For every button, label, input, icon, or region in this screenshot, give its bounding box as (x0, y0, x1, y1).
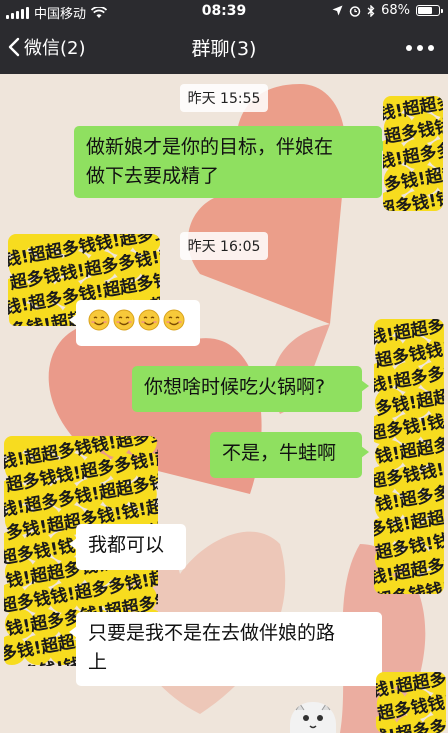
battery-percent: 68% (381, 3, 410, 18)
message-line: 我都可以 (88, 534, 165, 556)
smiley-emoji (163, 309, 185, 331)
message-line: 上 (88, 651, 108, 673)
message-line: 只要是我不是在去做伴娘的路 (88, 622, 336, 644)
nav-bar: 微信(2) 群聊(3) (0, 22, 448, 74)
alarm-icon (349, 5, 361, 17)
smiley-emoji (113, 309, 135, 331)
more-dot-icon (417, 45, 423, 51)
timestamp-label: 昨天 16:05 (179, 232, 269, 260)
chat-title: 群聊(3) (191, 38, 257, 60)
more-dot-icon (406, 45, 412, 51)
location-icon (332, 5, 343, 16)
received-emoji-bubble[interactable] (69, 300, 200, 346)
more-dot-icon (428, 45, 434, 51)
sent-message-bubble[interactable]: 你想啥时候吃火锅啊? (132, 366, 369, 412)
received-message-bubble[interactable]: 我都可以 (69, 524, 186, 570)
my-avatar[interactable]: 钱!超超多钱钱!超多多钱!超超多钱钱!超多多钱!超超多钱!钱!超多多钱!超超多钱… (376, 672, 446, 733)
message-line: 做下去要成精了 (86, 165, 220, 187)
message-line: 你想啥时候吃火锅啊? (144, 376, 326, 398)
money-pattern-icon: 钱!超超多钱钱!超多多钱!超超多钱钱!超多多钱!超超多钱!钱!超多多钱!超超多钱… (383, 96, 443, 211)
timestamp-label: 昨天 15:55 (179, 84, 269, 112)
sent-message-bubble[interactable]: 不是，牛蛙啊 (210, 432, 369, 478)
smiley-emoji (138, 309, 160, 331)
my-avatar[interactable]: 钱!超超多钱钱!超多多钱!超超多钱钱!超多多钱!超超多钱!钱!超多多钱!超超多钱… (383, 96, 443, 211)
money-pattern-icon: 钱!超超多钱钱!超多多钱!超超多钱钱!超多多钱!超超多钱!钱!超多多钱!超超多钱… (374, 319, 444, 594)
timestamp: 昨天 15:55 (0, 84, 448, 112)
sent-message-bubble[interactable]: 做新娘才是你的目标，伴娘在 做下去要成精了 (74, 126, 389, 198)
smiley-emoji (88, 309, 110, 331)
my-avatar[interactable]: 钱!超超多钱钱!超多多钱!超超多钱钱!超多多钱!超超多钱!钱!超多多钱!超超多钱… (374, 319, 444, 594)
bluetooth-icon (367, 4, 375, 17)
emoji-row (88, 307, 188, 331)
message-line: 做新娘才是你的目标，伴娘在 (86, 136, 334, 158)
received-message-bubble[interactable]: 只要是我不是在去做伴娘的路 上 (69, 612, 382, 686)
chat-area[interactable]: 昨天 15:55 做新娘才是你的目标，伴娘在 做下去要成精了 钱!超超多钱钱!超… (0, 74, 448, 733)
status-right: 68% (332, 3, 443, 18)
money-pattern-icon: 钱!超超多钱钱!超多多钱!超超多钱钱!超多多钱!超超多钱!钱!超多多钱!超超多钱… (376, 672, 446, 733)
battery-icon (416, 5, 443, 16)
more-button[interactable] (406, 45, 434, 51)
status-bar: 中国移动 08:39 68% (0, 0, 448, 22)
message-line: 不是，牛蛙啊 (222, 442, 337, 464)
